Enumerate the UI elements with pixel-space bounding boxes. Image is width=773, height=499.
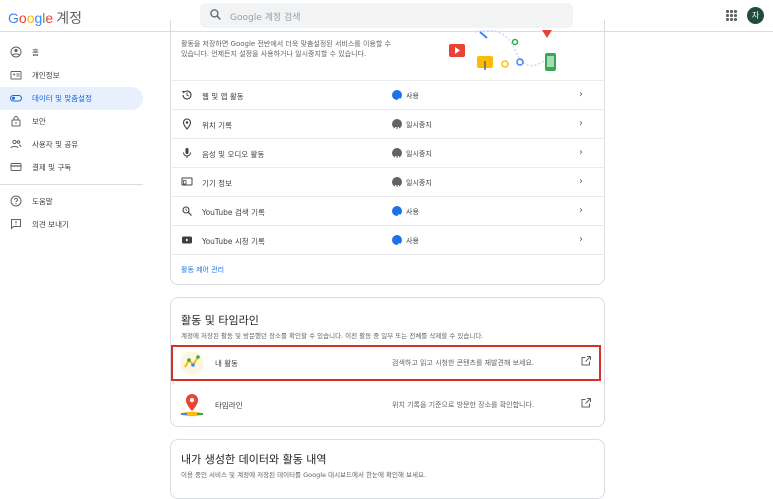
row-name: 음성 및 오디오 활동 bbox=[202, 150, 265, 159]
status-text: 사용 bbox=[406, 237, 419, 245]
chevron-right-icon: › bbox=[579, 147, 583, 158]
section-description: 계정에 저장된 활동 및 방문했던 장소를 확인할 수 있습니다. 이전 활동 … bbox=[181, 332, 484, 340]
activity-control-row[interactable]: 웹 및 앱 활동 사용 › bbox=[170, 80, 605, 109]
sidebar-item-label: 개인정보 bbox=[32, 71, 60, 80]
open-in-new-icon[interactable] bbox=[580, 397, 592, 409]
apps-grid-icon[interactable] bbox=[726, 10, 737, 21]
sidebar-item-label: 의견 보내기 bbox=[32, 220, 69, 229]
row-name: YouTube 검색 기록 bbox=[202, 208, 265, 217]
intro-line: 있습니다. 언제든지 설정을 사용하거나 일시중지할 수 있습니다. bbox=[181, 50, 367, 58]
chevron-right-icon: › bbox=[579, 118, 583, 129]
chevron-right-icon: › bbox=[579, 205, 583, 216]
pause-circle-icon bbox=[392, 119, 402, 131]
highlight-box bbox=[171, 345, 601, 381]
intro-line: 활동을 저장하면 Google 전반에서 더욱 맞춤설정된 서비스를 이용할 수 bbox=[181, 40, 391, 48]
timeline-pin-icon bbox=[181, 394, 203, 417]
activity-illustration bbox=[449, 30, 556, 71]
people-icon bbox=[10, 139, 22, 149]
sidebar-item-home[interactable]: 홈 bbox=[0, 41, 143, 64]
help-icon bbox=[10, 195, 22, 207]
section-title: 내가 생성한 데이터와 활동 내역 bbox=[181, 453, 327, 466]
sidebar-item-label: 데이터 및 맞춤설정 bbox=[32, 94, 92, 103]
status-text: 사용 bbox=[406, 208, 419, 216]
youtube-icon bbox=[182, 236, 192, 244]
search-history-icon bbox=[182, 206, 192, 216]
row-name: 위치 기록 bbox=[202, 121, 232, 130]
pause-circle-icon bbox=[392, 177, 402, 189]
sidebar-item-data-privacy[interactable]: 데이터 및 맞춤설정 bbox=[0, 87, 143, 110]
activity-controls-intro: 활동을 저장하면 Google 전반에서 더욱 맞춤설정된 서비스를 이용할 수… bbox=[181, 39, 451, 59]
section-title: 활동 및 타임라인 bbox=[181, 314, 259, 327]
row-name: 기기 정보 bbox=[202, 179, 232, 188]
sidebar-item-label: 보안 bbox=[32, 117, 46, 126]
row-divider bbox=[170, 254, 605, 255]
activity-control-row[interactable]: YouTube 검색 기록 사용 › bbox=[170, 196, 605, 225]
check-circle-icon bbox=[392, 206, 402, 219]
device-info-icon bbox=[181, 177, 193, 186]
account-label: 계정 bbox=[56, 10, 82, 26]
chevron-right-icon: › bbox=[579, 89, 583, 100]
sidebar-item-label: 결제 및 구독 bbox=[32, 163, 72, 172]
activity-control-row[interactable]: 기기 정보 일시중지 › bbox=[170, 167, 605, 196]
sidebar-item-security[interactable]: 보안 bbox=[0, 110, 143, 133]
home-icon bbox=[10, 46, 22, 58]
row-name: YouTube 시청 기록 bbox=[202, 237, 265, 246]
timeline-item[interactable]: 타임라인 위치 기록을 기준으로 방문한 장소를 확인합니다. bbox=[170, 386, 605, 424]
section-description: 이용 중인 서비스 및 계정에 저장된 데이터를 Google 대시보드에서 한… bbox=[181, 471, 427, 479]
sidebar-item-feedback[interactable]: 의견 보내기 bbox=[0, 213, 143, 236]
chevron-right-icon: › bbox=[579, 234, 583, 245]
microphone-icon bbox=[183, 148, 191, 158]
sidebar-item-label: 도움말 bbox=[32, 197, 53, 206]
feedback-icon bbox=[11, 219, 21, 230]
row-name: 웹 및 앱 활동 bbox=[202, 92, 244, 101]
toggle-icon bbox=[10, 95, 22, 102]
logo-letter: G bbox=[8, 10, 19, 26]
status-text: 일시중지 bbox=[406, 121, 432, 129]
google-account-logo[interactable]: Google 계정 bbox=[8, 8, 82, 28]
location-pin-icon bbox=[182, 118, 192, 130]
card-icon bbox=[10, 163, 22, 171]
sidebar-item-payments[interactable]: 결제 및 구독 bbox=[0, 156, 143, 179]
logo-letter: o bbox=[18, 10, 27, 26]
sidebar-item-people-sharing[interactable]: 사용자 및 공유 bbox=[0, 133, 143, 156]
chevron-right-icon: › bbox=[579, 176, 583, 187]
sidebar-item-help[interactable]: 도움말 bbox=[0, 190, 143, 213]
activity-control-row[interactable]: YouTube 시청 기록 사용 › bbox=[170, 225, 605, 254]
activity-control-row[interactable]: 음성 및 오디오 활동 일시중지 › bbox=[170, 138, 605, 167]
history-icon bbox=[182, 90, 192, 100]
logo-letter: e bbox=[45, 10, 54, 26]
manage-activity-controls-link[interactable]: 활동 제어 관리 bbox=[181, 265, 224, 275]
id-card-icon bbox=[10, 71, 22, 80]
status-text: 사용 bbox=[406, 92, 419, 100]
sidebar-item-label: 사용자 및 공유 bbox=[32, 140, 79, 149]
pause-circle-icon bbox=[392, 148, 402, 160]
item-name: 타임라인 bbox=[215, 401, 243, 410]
sidebar-item-label: 홈 bbox=[32, 48, 39, 57]
sidebar-divider bbox=[0, 184, 143, 185]
status-text: 일시중지 bbox=[406, 179, 432, 187]
sidebar-item-personal-info[interactable]: 개인정보 bbox=[0, 64, 143, 87]
lock-icon bbox=[11, 116, 21, 127]
check-circle-icon bbox=[392, 235, 402, 248]
activity-control-row[interactable]: 위치 기록 일시중지 › bbox=[170, 109, 605, 138]
check-circle-icon bbox=[392, 90, 402, 103]
avatar[interactable]: 자 bbox=[747, 7, 764, 24]
item-description: 위치 기록을 기준으로 방문한 장소를 확인합니다. bbox=[392, 401, 535, 409]
sidebar: 홈 개인정보 데이터 및 맞춤설정 보안 사용자 및 공유 결제 및 구독 도움… bbox=[0, 41, 143, 236]
status-text: 일시중지 bbox=[406, 150, 432, 158]
